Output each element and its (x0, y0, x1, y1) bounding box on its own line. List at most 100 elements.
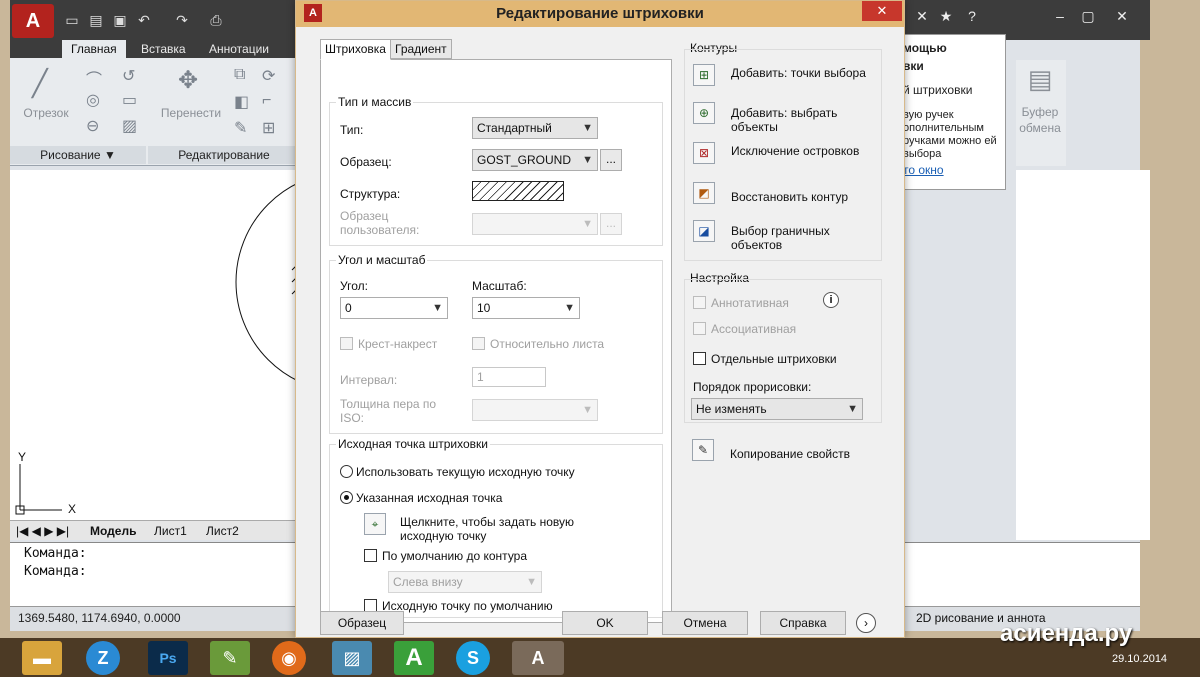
tab-layout2[interactable]: Лист2 (206, 523, 239, 539)
dialog-titlebar[interactable]: A Редактирование штриховки ✕ (296, 1, 904, 27)
move-tool-label[interactable]: Перенести (156, 106, 226, 120)
notepad-icon[interactable]: ✎ (210, 641, 250, 675)
use-current-origin-radio[interactable] (340, 465, 353, 478)
erase-icon[interactable]: ✎ (234, 118, 247, 138)
cross-hatch-checkbox[interactable] (340, 337, 353, 350)
maximize-icon[interactable]: ▢ (1076, 6, 1100, 26)
tab-model[interactable]: Модель (90, 523, 136, 539)
zoom-app-icon[interactable]: Z (86, 641, 120, 675)
clipboard-label[interactable]: Буфер обмена (1016, 104, 1064, 136)
add-pick-points-icon[interactable]: ⊞ (693, 64, 715, 86)
line-tool-icon[interactable]: ╱ (32, 68, 48, 99)
pattern-swatch[interactable] (472, 181, 564, 201)
rotate-icon[interactable]: ⟳ (262, 66, 275, 86)
store-default-label: Исходную точку по умолчанию (382, 599, 553, 613)
tab-insert[interactable]: Вставка (132, 40, 195, 58)
add-pick-points-label[interactable]: Добавить: точки выбора (731, 66, 871, 80)
array-icon[interactable]: ⊞ (262, 118, 275, 138)
dialog-close-button[interactable]: ✕ (862, 1, 902, 21)
circle-icon[interactable]: ◎ (86, 90, 100, 110)
line-tool-label[interactable]: Отрезок (16, 106, 76, 120)
photoshop-icon[interactable]: Ps (148, 641, 188, 675)
dialog-title: Редактирование штриховки (496, 5, 704, 22)
ok-button[interactable]: OK (562, 611, 648, 635)
minimize-icon[interactable]: – (1048, 6, 1072, 26)
rectangle-icon[interactable]: ▭ (122, 90, 137, 110)
pattern-browse-button[interactable]: ... (600, 149, 622, 171)
autocad-app-menu-icon[interactable]: A (12, 4, 54, 38)
clipboard-icon[interactable]: ▤ (1016, 64, 1064, 95)
autocad-taskbar-icon[interactable]: A (512, 641, 564, 675)
scale-combo[interactable]: 10 ▼ (472, 297, 580, 319)
new-file-icon[interactable]: ▭ (62, 11, 82, 29)
add-select-objects-icon[interactable]: ⊕ (693, 102, 715, 124)
view-selections-label[interactable]: Выбор граничных объектов (731, 224, 871, 252)
custom-pattern-combo[interactable]: ▼ (472, 213, 598, 235)
preview-button[interactable]: Образец (320, 611, 404, 635)
arc-icon[interactable]: ↺ (122, 66, 135, 86)
draw-panel-title[interactable]: Рисование ▼ (10, 146, 146, 164)
angle-combo[interactable]: 0 ▼ (340, 297, 448, 319)
recreate-boundary-icon[interactable]: ◩ (693, 182, 715, 204)
annotative-checkbox[interactable] (693, 296, 706, 309)
custom-browse-button[interactable]: ... (600, 213, 622, 235)
remove-islands-label[interactable]: Исключение островков (731, 144, 871, 158)
specified-origin-radio[interactable] (340, 491, 353, 504)
hatch-icon[interactable]: ▨ (122, 116, 137, 136)
remove-islands-icon[interactable]: ⊠ (693, 142, 715, 164)
mirror-icon[interactable]: ◧ (234, 92, 249, 112)
move-icon[interactable]: ✥ (178, 66, 198, 95)
autocad-green-icon[interactable]: A (394, 641, 434, 675)
type-combo[interactable]: Стандартный ▼ (472, 117, 598, 139)
help-popup-link[interactable]: то окно (903, 163, 944, 177)
polyline-icon[interactable]: ⌒ (86, 66, 102, 90)
close-window-icon[interactable]: ✕ (1110, 6, 1134, 26)
exchange-icon[interactable]: ✕ (910, 6, 934, 26)
tab-layout1[interactable]: Лист1 (154, 523, 187, 539)
fillet-icon[interactable]: ⌐ (262, 92, 271, 110)
print-icon[interactable]: ⎙ (206, 11, 226, 29)
more-options-icon[interactable]: › (856, 613, 876, 633)
inherit-properties-icon[interactable]: ✎ (692, 439, 714, 461)
open-folder-icon[interactable]: ▤ (86, 11, 106, 29)
separate-hatches-checkbox[interactable] (693, 352, 706, 365)
drawing-area-right[interactable] (1016, 170, 1150, 540)
relative-paper-checkbox[interactable] (472, 337, 485, 350)
pattern-combo[interactable]: GOST_GROUND ▼ (472, 149, 598, 171)
photos-icon[interactable]: ▨ (332, 641, 372, 675)
associative-checkbox[interactable] (693, 322, 706, 335)
inherit-properties-label[interactable]: Копирование свойств (730, 447, 850, 461)
tab-annotate[interactable]: Аннотации (200, 40, 278, 58)
modify-panel-title[interactable]: Редактирование (148, 146, 300, 164)
help-icon[interactable]: ? (960, 6, 984, 26)
draw-order-combo[interactable]: Не изменять ▼ (691, 398, 863, 420)
interval-field[interactable]: 1 (472, 367, 546, 387)
iso-pen-combo[interactable]: ▼ (472, 399, 598, 421)
drawing-area[interactable]: X Y (10, 170, 457, 520)
save-icon[interactable]: ▣ (110, 11, 130, 29)
info-icon[interactable]: i (823, 292, 839, 308)
tab-gradient[interactable]: Градиент (390, 39, 452, 59)
layout-nav-arrows[interactable]: |◀ ◀ ▶ ▶| (16, 523, 69, 539)
copy-icon[interactable]: ⧉ (234, 66, 245, 84)
ribbon-tabs: Главная Вставка Аннотации (10, 40, 300, 58)
firefox-icon[interactable]: ◉ (272, 641, 306, 675)
type-pattern-group-title: Тип и массив (336, 95, 414, 109)
origin-position-combo[interactable]: Слева внизу ▼ (388, 571, 542, 593)
favorites-icon[interactable]: ★ (934, 6, 958, 26)
help-button[interactable]: Справка (760, 611, 846, 635)
view-selections-icon[interactable]: ◪ (693, 220, 715, 242)
ellipse-icon[interactable]: ⊖ (86, 116, 99, 136)
file-explorer-icon[interactable]: ▬ (22, 641, 62, 675)
skype-icon[interactable]: S (456, 641, 490, 675)
add-select-objects-label[interactable]: Добавить: выбрать объекты (731, 106, 871, 134)
pick-origin-icon[interactable]: ⌖ (364, 513, 386, 535)
undo-icon[interactable]: ↶ (134, 11, 154, 29)
tab-home[interactable]: Главная (62, 40, 126, 58)
default-extents-checkbox[interactable] (364, 549, 377, 562)
dialog-body: Штриховка Градиент Тип и массив Тип: Ста… (304, 27, 896, 635)
cancel-button[interactable]: Отмена (662, 611, 748, 635)
recreate-boundary-label[interactable]: Восстановить контур (731, 190, 848, 204)
tab-hatch[interactable]: Штриховка (320, 39, 391, 60)
redo-icon[interactable]: ↷ (172, 11, 192, 29)
